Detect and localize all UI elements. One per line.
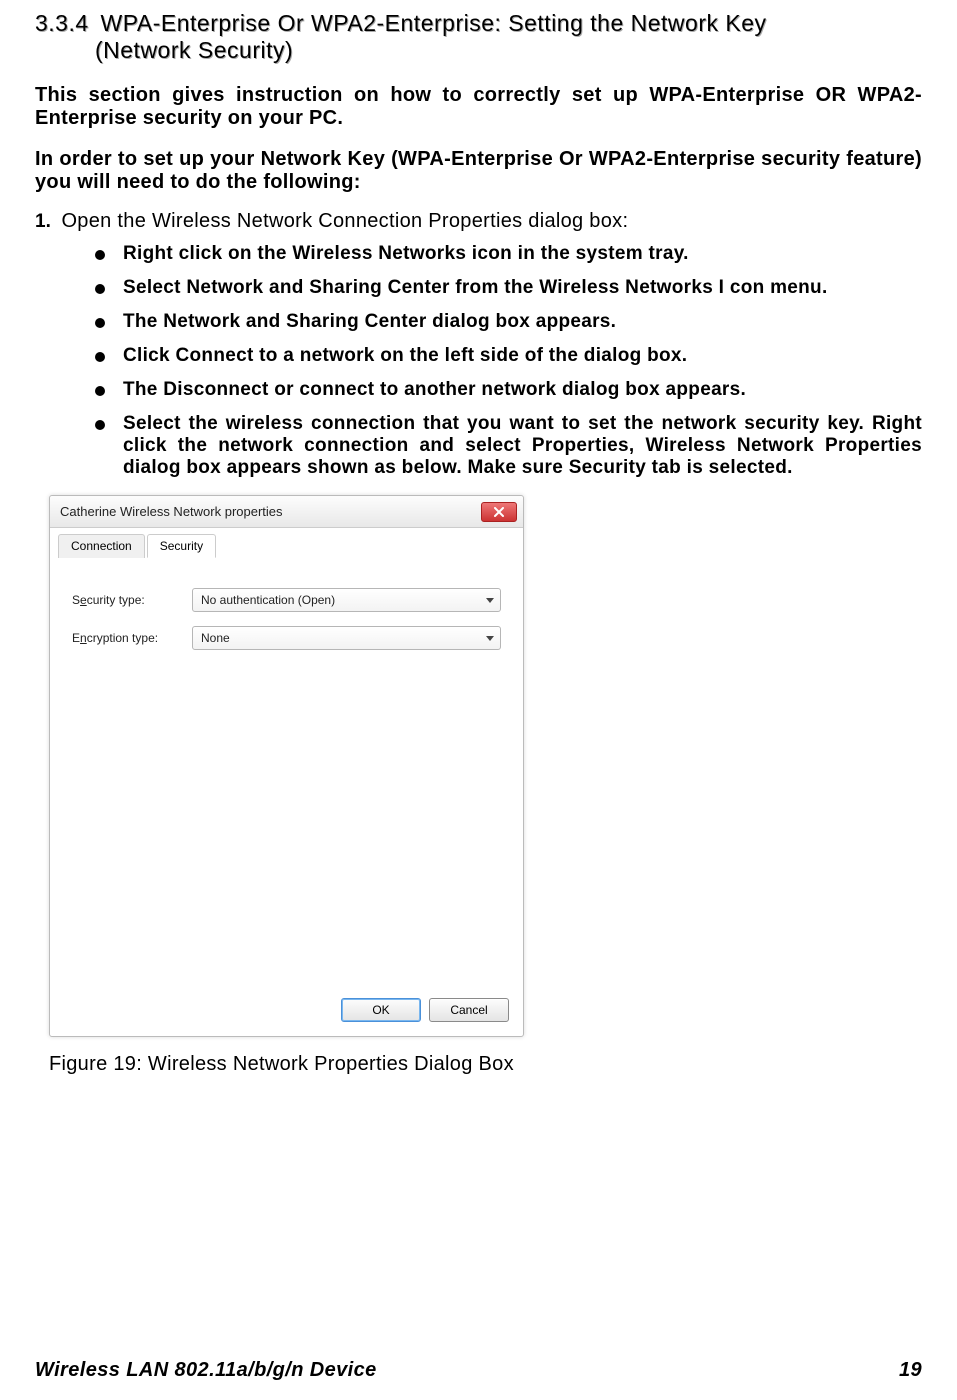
security-type-select[interactable]: No authentication (Open): [192, 588, 501, 612]
security-type-label: Security type:: [72, 593, 192, 607]
close-button[interactable]: [481, 502, 517, 522]
list-item: Click Connect to a network on the left s…: [95, 345, 922, 367]
page-number: 19: [899, 1359, 922, 1382]
dialog-title: Catherine Wireless Network properties: [60, 504, 283, 519]
cancel-button[interactable]: Cancel: [429, 998, 509, 1022]
close-icon: [493, 507, 505, 517]
ok-button[interactable]: OK: [341, 998, 421, 1022]
list-item: Select the wireless connection that you …: [95, 413, 922, 479]
section-number: 3.3.4: [35, 10, 89, 36]
bullet-list: Right click on the Wireless Networks ico…: [35, 243, 922, 479]
list-item: Select Network and Sharing Center from t…: [95, 277, 922, 299]
wireless-network-properties-dialog: Catherine Wireless Network properties Co…: [49, 495, 524, 1037]
security-type-value: No authentication (Open): [201, 593, 335, 607]
figure-caption: Figure 19: Wireless Network Properties D…: [49, 1053, 922, 1076]
section-title-line2: (Network Security): [35, 37, 922, 64]
encryption-type-select[interactable]: None: [192, 626, 501, 650]
section-heading: 3.3.4 WPA-Enterprise Or WPA2-Enterprise:…: [35, 10, 922, 64]
step-1: 1. Open the Wireless Network Connection …: [35, 210, 922, 233]
step-1-label: 1.: [35, 211, 57, 233]
step-1-text: Open the Wireless Network Connection Pro…: [61, 210, 628, 232]
list-item: Right click on the Wireless Networks ico…: [95, 243, 922, 265]
tab-connection[interactable]: Connection: [58, 534, 145, 558]
section-title-line1: WPA-Enterprise Or WPA2-Enterprise: Setti…: [101, 10, 767, 36]
chevron-down-icon: [486, 636, 494, 641]
dialog-tabs: Connection Security: [50, 528, 523, 559]
dialog-titlebar[interactable]: Catherine Wireless Network properties: [50, 496, 523, 528]
list-item: The Network and Sharing Center dialog bo…: [95, 311, 922, 333]
lead-paragraph: In order to set up your Network Key (WPA…: [35, 148, 922, 194]
page-footer: Wireless LAN 802.11a/b/g/n Device 19: [35, 1359, 922, 1382]
list-item: The Disconnect or connect to another net…: [95, 379, 922, 401]
tab-security[interactable]: Security: [147, 534, 216, 558]
chevron-down-icon: [486, 598, 494, 603]
tab-security-body: Security type: No authentication (Open) …: [50, 558, 523, 988]
encryption-type-label: Encryption type:: [72, 631, 192, 645]
intro-paragraph: This section gives instruction on how to…: [35, 84, 922, 130]
encryption-type-value: None: [201, 631, 230, 645]
footer-title: Wireless LAN 802.11a/b/g/n Device: [35, 1359, 377, 1382]
